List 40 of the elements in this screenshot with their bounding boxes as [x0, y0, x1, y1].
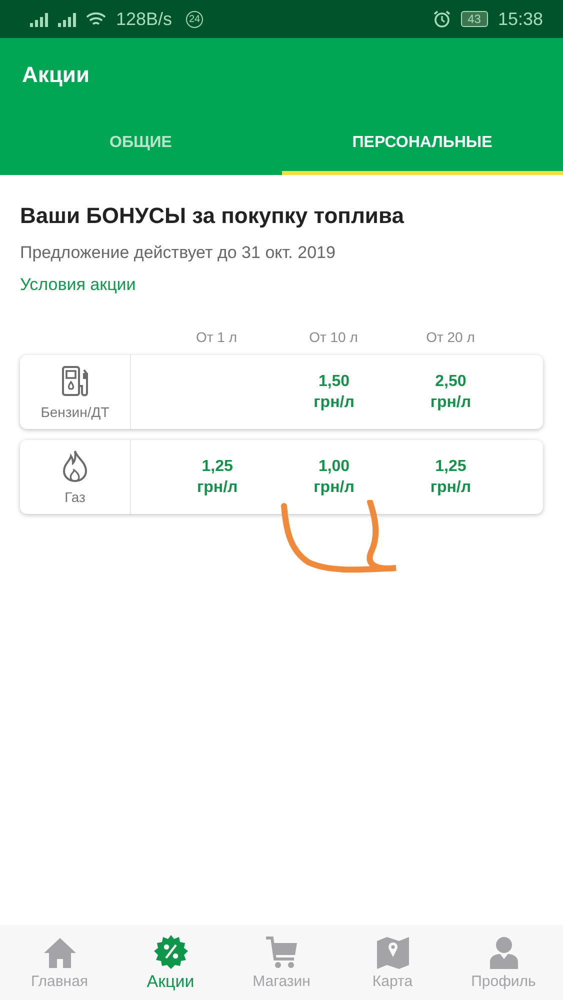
signal-icon — [58, 11, 76, 27]
bonus-amount: 1,50 — [318, 372, 350, 392]
bonus-unit: грн/л — [314, 478, 354, 498]
nav-item[interactable]: Главная — [10, 935, 110, 990]
map-icon — [374, 935, 410, 971]
nav-item[interactable]: Магазин — [232, 935, 332, 990]
column-header: От 20 л — [425, 329, 476, 345]
column-header: От 1 л — [194, 329, 238, 345]
bonus-amount: 2,50 — [435, 372, 466, 392]
notification-badge: 24 — [186, 10, 204, 28]
nav-item[interactable]: Профиль — [454, 935, 554, 990]
bonus-unit: грн/л — [430, 478, 472, 498]
terms-link[interactable]: Условия акции — [20, 275, 136, 295]
battery-indicator: 43 — [460, 11, 488, 27]
bonus-amount: 1,25 — [435, 457, 466, 477]
alarm-icon — [432, 10, 451, 28]
bonus-unit: грн/л — [196, 478, 238, 498]
clock: 15:38 — [498, 8, 543, 30]
tab[interactable]: ОБЩИЕ — [0, 114, 282, 175]
nav-item[interactable]: Карта — [342, 935, 442, 990]
nav-item[interactable]: Акции — [120, 934, 220, 992]
fuel-type-label: Газ — [64, 489, 86, 505]
home-icon — [42, 935, 78, 971]
signal-icon — [30, 11, 48, 27]
offer-title: Ваши БОНУСЫ за покупку топлива — [20, 203, 404, 229]
fuel-pump-icon — [60, 364, 90, 398]
cart-icon — [264, 935, 300, 971]
screen-title: Акции — [21, 61, 90, 89]
badge-icon — [152, 934, 188, 970]
tab[interactable]: ПЕРСОНАЛЬНЫЕ — [282, 114, 563, 175]
network-speed: 128B/s — [116, 8, 172, 30]
bonus-amount: 1,25 — [202, 457, 233, 477]
fuel-type-label: Бензин/ДТ — [40, 404, 110, 420]
bonus-unit: грн/л — [314, 393, 354, 413]
bonus-unit: грн/л — [430, 393, 472, 413]
offer-validity: Предложение действует до 31 окт. 2019 — [20, 243, 336, 263]
bonus-amount: 1,00 — [318, 457, 350, 477]
wifi-icon — [86, 11, 106, 27]
column-header: От 10 л — [308, 329, 359, 345]
flame-icon — [60, 449, 90, 483]
